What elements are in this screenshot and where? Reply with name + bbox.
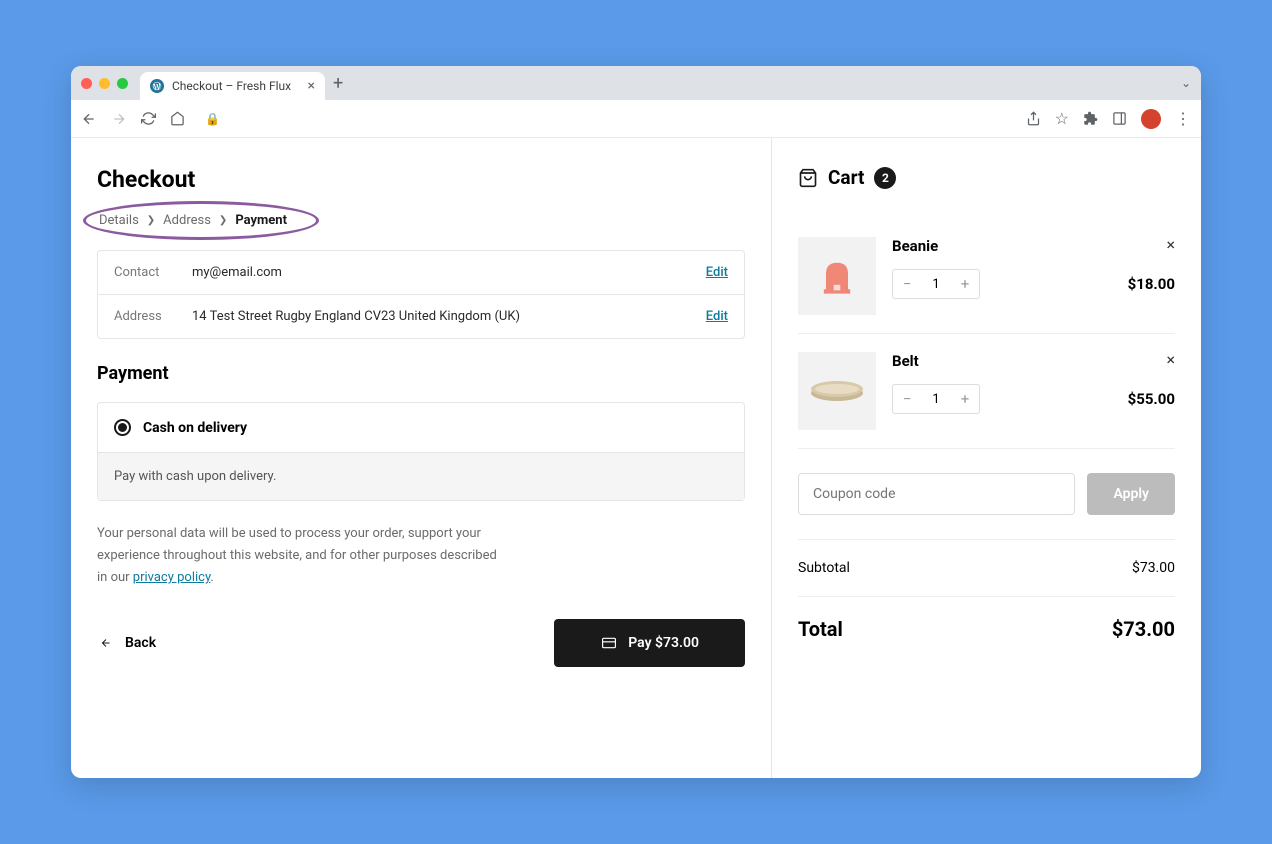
- subtotal-label: Subtotal: [798, 560, 850, 576]
- reload-icon[interactable]: [141, 111, 156, 126]
- contact-value: my@email.com: [192, 265, 706, 280]
- chevron-right-icon: ❯: [219, 215, 227, 226]
- payment-heading: Payment: [97, 363, 745, 384]
- checkout-actions: Back Pay $73.00: [97, 619, 745, 667]
- new-tab-button[interactable]: +: [333, 73, 343, 94]
- tab-bar: Checkout – Fresh Flux × + ⌄: [71, 66, 1201, 100]
- contact-label: Contact: [114, 265, 192, 280]
- breadcrumb: Details ❯ Address ❯ Payment: [99, 213, 287, 228]
- total-value: $73.00: [1112, 617, 1175, 641]
- qty-decrease-button[interactable]: −: [893, 385, 921, 413]
- subtotal-value: $73.00: [1132, 560, 1175, 576]
- pay-button[interactable]: Pay $73.00: [554, 619, 745, 667]
- product-name: Belt: [892, 352, 1175, 370]
- back-icon[interactable]: [81, 111, 97, 127]
- apply-coupon-button[interactable]: Apply: [1087, 473, 1175, 515]
- cart-column: Cart 2 Beanie − 1 + $18.00: [771, 138, 1201, 778]
- product-name: Beanie: [892, 237, 1175, 255]
- browser-window: Checkout – Fresh Flux × + ⌄ 🔒 ☆ ⋮ Checko…: [71, 66, 1201, 778]
- qty-increase-button[interactable]: +: [951, 270, 979, 298]
- back-button[interactable]: Back: [97, 635, 156, 651]
- cart-item: Belt − 1 + $55.00 ×: [798, 334, 1175, 449]
- share-icon[interactable]: [1026, 111, 1041, 126]
- product-image-belt: [798, 352, 876, 430]
- total-label: Total: [798, 617, 843, 641]
- privacy-policy-link[interactable]: privacy policy: [133, 570, 211, 585]
- cart-header: Cart 2: [798, 166, 1175, 189]
- subtotal-row: Subtotal $73.00: [798, 540, 1175, 597]
- qty-value: 1: [921, 277, 951, 292]
- payment-option-description: Pay with cash upon delivery.: [98, 452, 744, 500]
- browser-tab[interactable]: Checkout – Fresh Flux ×: [140, 72, 325, 100]
- contact-row: Contact my@email.com Edit: [98, 251, 744, 294]
- chevron-right-icon: ❯: [147, 215, 155, 226]
- product-price: $55.00: [1128, 390, 1175, 408]
- address-label: Address: [114, 309, 192, 324]
- bookmark-icon[interactable]: ☆: [1055, 109, 1069, 128]
- cart-item: Beanie − 1 + $18.00 ×: [798, 219, 1175, 334]
- profile-avatar[interactable]: [1141, 109, 1161, 129]
- quantity-stepper: − 1 +: [892, 384, 980, 414]
- page-title: Checkout: [97, 166, 745, 193]
- maximize-window-button[interactable]: [117, 78, 128, 89]
- sidebar-icon[interactable]: [1112, 111, 1127, 126]
- window-controls: [81, 78, 128, 89]
- cart-count-badge: 2: [874, 167, 896, 189]
- total-row: Total $73.00: [798, 597, 1175, 661]
- quantity-stepper: − 1 +: [892, 269, 980, 299]
- arrow-left-icon: [97, 637, 115, 649]
- coupon-input[interactable]: [798, 473, 1075, 515]
- lock-icon: 🔒: [205, 112, 220, 126]
- cart-heading: Cart: [828, 166, 864, 189]
- wordpress-favicon-icon: [150, 79, 164, 93]
- qty-decrease-button[interactable]: −: [893, 270, 921, 298]
- home-icon[interactable]: [170, 111, 185, 126]
- minimize-window-button[interactable]: [99, 78, 110, 89]
- edit-contact-link[interactable]: Edit: [706, 265, 728, 280]
- close-window-button[interactable]: [81, 78, 92, 89]
- privacy-notice: Your personal data will be used to proce…: [97, 523, 497, 589]
- edit-address-link[interactable]: Edit: [706, 309, 728, 324]
- tab-title: Checkout – Fresh Flux: [172, 79, 291, 93]
- breadcrumb-payment: Payment: [235, 213, 287, 228]
- extensions-icon[interactable]: [1083, 111, 1098, 126]
- coupon-row: Apply: [798, 449, 1175, 540]
- order-details-box: Contact my@email.com Edit Address 14 Tes…: [97, 250, 745, 339]
- address-value: 14 Test Street Rugby England CV23 United…: [192, 309, 706, 324]
- breadcrumb-address[interactable]: Address: [163, 213, 211, 228]
- menu-icon[interactable]: ⋮: [1175, 109, 1191, 128]
- breadcrumb-details[interactable]: Details: [99, 213, 139, 228]
- qty-increase-button[interactable]: +: [951, 385, 979, 413]
- radio-selected-icon: [114, 419, 131, 436]
- payment-option-label: Cash on delivery: [143, 420, 247, 436]
- page-content: Checkout Details ❯ Address ❯ Payment Con…: [71, 138, 1201, 778]
- checkout-column: Checkout Details ❯ Address ❯ Payment Con…: [71, 138, 771, 778]
- payment-option-cod[interactable]: Cash on delivery: [98, 403, 744, 452]
- credit-card-icon: [600, 636, 618, 650]
- product-image-beanie: [798, 237, 876, 315]
- shopping-bag-icon: [798, 167, 818, 189]
- close-tab-icon[interactable]: ×: [308, 78, 315, 94]
- remove-item-button[interactable]: ×: [1166, 350, 1175, 369]
- qty-value: 1: [921, 392, 951, 407]
- forward-icon[interactable]: [111, 111, 127, 127]
- browser-toolbar: 🔒 ☆ ⋮: [71, 100, 1201, 138]
- product-price: $18.00: [1128, 275, 1175, 293]
- address-row: Address 14 Test Street Rugby England CV2…: [98, 294, 744, 338]
- payment-methods-box: Cash on delivery Pay with cash upon deli…: [97, 402, 745, 501]
- tabs-dropdown-icon[interactable]: ⌄: [1181, 76, 1191, 90]
- address-bar[interactable]: 🔒: [197, 112, 1014, 126]
- remove-item-button[interactable]: ×: [1166, 235, 1175, 254]
